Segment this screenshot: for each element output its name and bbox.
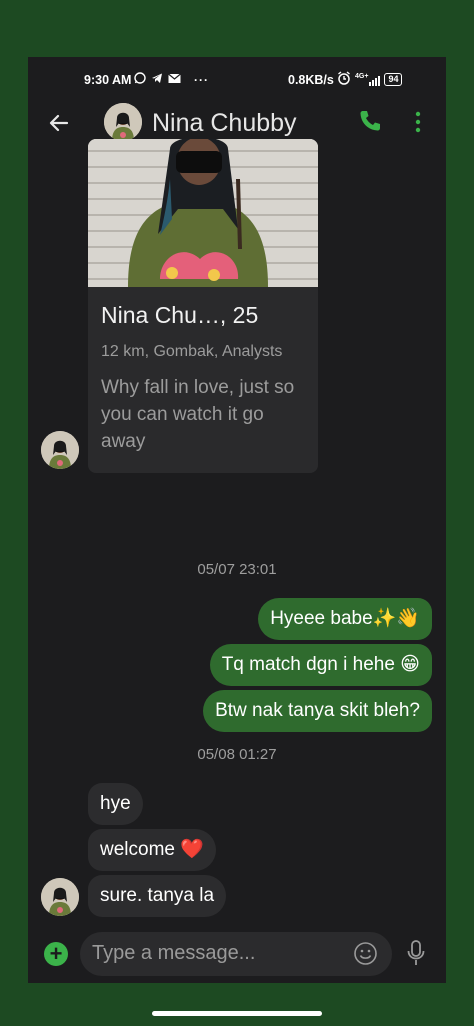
mic-icon	[407, 940, 425, 965]
chat-screen: 9:30 AM ··· 0.8KB/s 4G+ 94 Nina Chubby N…	[28, 57, 446, 983]
plus-icon: +	[49, 941, 63, 966]
message-input[interactable]: Type a message...	[80, 932, 392, 976]
outgoing-message[interactable]: Hyeee babe✨👋	[258, 598, 432, 640]
system-icons: 4G+ 94	[337, 71, 403, 88]
more-vertical-icon	[415, 111, 421, 133]
emoji-icon	[354, 942, 377, 965]
call-button[interactable]	[358, 109, 382, 133]
signal-icon: 4G+	[355, 73, 381, 86]
status-bar: 9:30 AM ··· 0.8KB/s 4G+ 94	[28, 57, 446, 101]
profile-name-age: Nina Chu…, 25	[101, 302, 259, 328]
alarm-icon	[337, 71, 351, 88]
more-icon: ···	[194, 72, 209, 87]
date-separator: 05/07 23:01	[197, 561, 277, 578]
profile-bio: Why fall in love, just so you can watch …	[101, 377, 295, 452]
notification-icons: ···	[134, 72, 209, 87]
profile-photo[interactable]	[88, 139, 318, 287]
contact-avatar-small[interactable]	[41, 878, 79, 916]
incoming-message[interactable]: sure. tanya la	[88, 875, 227, 917]
emoji-button[interactable]	[353, 941, 378, 966]
profile-meta: 12 km, Gombak, Analysts	[101, 343, 283, 360]
back-arrow-icon	[49, 114, 69, 132]
contact-avatar-small[interactable]	[41, 431, 79, 469]
network-speed: 0.8KB/s	[288, 73, 334, 87]
attach-button[interactable]: +	[44, 942, 68, 966]
date-separator: 05/08 01:27	[197, 746, 277, 763]
incoming-message[interactable]: hye	[88, 783, 143, 825]
message-input-placeholder: Type a message...	[92, 942, 256, 964]
network-type: 4G+	[355, 73, 369, 80]
contact-name[interactable]: Nina Chubby	[152, 109, 297, 138]
battery-icon: 94	[384, 73, 403, 86]
voice-button[interactable]	[406, 939, 426, 967]
telegram-icon	[151, 72, 163, 87]
contact-avatar[interactable]	[104, 103, 142, 141]
profile-card[interactable]: Nina Chu…, 25 12 km, Gombak, Analysts Wh…	[88, 139, 318, 473]
mail-icon	[168, 73, 181, 87]
message-list[interactable]: Nina Chu…, 25 12 km, Gombak, Analysts Wh…	[28, 139, 446, 927]
back-button[interactable]	[46, 110, 72, 136]
status-time: 9:30 AM	[84, 73, 132, 87]
home-indicator[interactable]	[152, 1011, 322, 1016]
outgoing-message[interactable]: Tq match dgn i hehe 😁	[209, 644, 432, 686]
whatsapp-icon	[134, 72, 146, 87]
more-options-button[interactable]	[412, 109, 424, 135]
outgoing-message[interactable]: Btw nak tanya skit bleh?	[203, 690, 432, 732]
incoming-message[interactable]: welcome ❤️	[88, 829, 216, 871]
message-input-bar: + Type a message...	[28, 931, 446, 983]
phone-icon	[360, 111, 380, 131]
